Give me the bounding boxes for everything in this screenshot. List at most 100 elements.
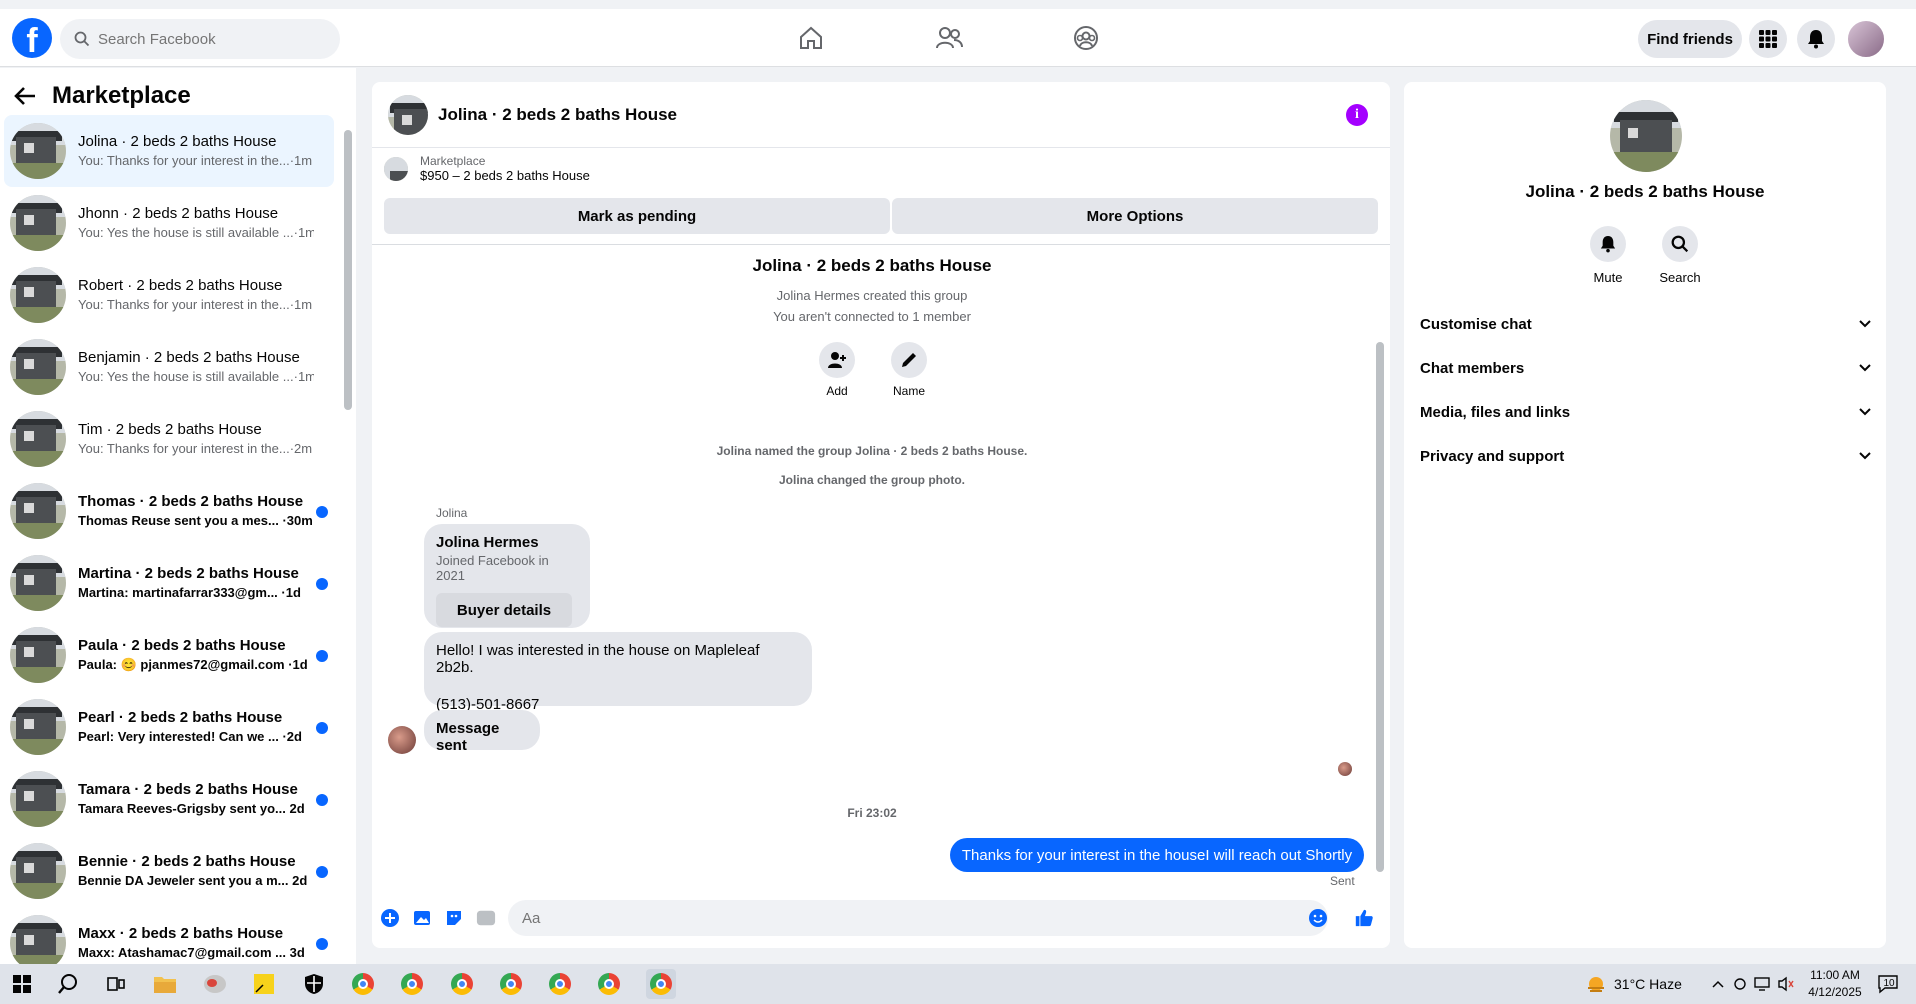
chrome-icon[interactable] (400, 972, 424, 996)
media-files-links-section[interactable]: Media, files and links (1420, 392, 1876, 432)
section-label: Chat members (1420, 359, 1525, 377)
bell-icon (1600, 236, 1616, 253)
photo-icon[interactable] (412, 908, 432, 928)
thumbs-up-icon[interactable] (1354, 908, 1374, 928)
conversation-item[interactable]: Benjamin · 2 beds 2 baths House You: Yes … (4, 331, 334, 403)
menu-grid-button[interactable] (1749, 20, 1787, 58)
search-input[interactable] (98, 30, 318, 48)
listing-bar[interactable]: Marketplace $950 – 2 beds 2 baths House (384, 154, 590, 183)
sticker-icon[interactable] (444, 908, 464, 928)
chrome-icon[interactable] (499, 972, 523, 996)
conversation-item[interactable]: Jolina · 2 beds 2 baths House You: Thanks… (4, 115, 334, 187)
facebook-logo[interactable]: f (12, 18, 52, 58)
conversation-name: Bennie · 2 beds 2 baths House (78, 853, 296, 870)
conversation-item[interactable]: Martina · 2 beds 2 baths House Martina: m… (4, 547, 334, 619)
outgoing-message-bubble[interactable]: Thanks for your interest in the houseI w… (950, 838, 1364, 872)
onedrive-icon[interactable] (1728, 972, 1752, 996)
unread-dot (316, 866, 328, 878)
conversation-item[interactable]: Bennie · 2 beds 2 baths House Bennie DA J… (4, 835, 334, 907)
conversation-snippet: Tamara Reeves-Grigsby sent yo... 2d (78, 801, 305, 816)
chrome-icon-active[interactable] (646, 969, 676, 999)
chat-members-section[interactable]: Chat members (1420, 348, 1876, 388)
chat-thumbnail[interactable] (388, 94, 428, 135)
mark-as-pending-button[interactable]: Mark as pending (384, 198, 890, 234)
gif-icon[interactable] (476, 908, 496, 928)
conversation-snippet: You: Thanks for your interest in the...·… (78, 297, 313, 312)
security-shield-icon[interactable] (302, 972, 326, 996)
find-friends-button[interactable]: Find friends (1638, 20, 1742, 58)
home-icon[interactable] (797, 24, 825, 52)
conversation-snippet: Martina: martinafarrar333@gm... ·1d (78, 585, 301, 600)
section-label: Privacy and support (1420, 447, 1565, 465)
chrome-icon[interactable] (351, 972, 375, 996)
conversation-name: Jolina · 2 beds 2 baths House (78, 133, 277, 150)
conversation-thumbnail (10, 771, 66, 827)
conversation-thumbnail (10, 915, 66, 971)
buyer-details-button[interactable]: Buyer details (436, 593, 572, 627)
back-arrow-icon[interactable] (14, 86, 36, 106)
conversation-item[interactable]: Robert · 2 beds 2 baths House You: Thanks… (4, 259, 334, 331)
page-scrollbar[interactable] (1898, 68, 1912, 964)
chat-scrollbar[interactable] (1376, 342, 1384, 872)
conversation-item[interactable]: Thomas · 2 beds 2 baths House Thomas Reus… (4, 475, 334, 547)
message-input[interactable] (508, 900, 1328, 936)
chevron-down-icon (1859, 408, 1871, 416)
conversation-item[interactable]: Pearl · 2 beds 2 baths House Pearl: Very … (4, 691, 334, 763)
message-bubble[interactable]: Hello! I was interested in the house on … (424, 632, 812, 713)
search-box[interactable] (60, 19, 340, 59)
task-view-icon[interactable] (104, 972, 128, 996)
customise-chat-section[interactable]: Customise chat (1420, 304, 1876, 344)
scrollbar[interactable] (344, 130, 352, 410)
group-photo[interactable] (1610, 100, 1682, 172)
sender-avatar[interactable] (388, 726, 416, 754)
clock-time[interactable]: 11:00 AM (1800, 968, 1870, 982)
search-in-chat-button[interactable]: Search (1650, 226, 1710, 285)
conversation-thumbnail (10, 267, 66, 323)
windows-start-icon[interactable] (10, 972, 34, 996)
chat-title[interactable]: Jolina · 2 beds 2 baths House (438, 105, 677, 125)
search-icon[interactable] (56, 972, 80, 996)
weather-text[interactable]: 31°C Haze (1614, 976, 1682, 992)
conversation-snippet: You: Thanks for your interest in the...·… (78, 441, 313, 456)
groups-icon[interactable] (1072, 24, 1100, 52)
more-options-button[interactable]: More Options (892, 198, 1378, 234)
system-note: Jolina named the group Jolina · 2 beds 2… (716, 444, 1028, 458)
conversation-snippet: Paula: 😊 pjanmes72@gmail.com ·1d (78, 657, 308, 672)
conversation-item[interactable]: Tamara · 2 beds 2 baths House Tamara Reev… (4, 763, 334, 835)
conversation-name: Thomas · 2 beds 2 baths House (78, 493, 304, 510)
conversation-item[interactable]: Tim · 2 beds 2 baths House You: Thanks fo… (4, 403, 334, 475)
notification-count: 10 (1883, 978, 1895, 989)
sticky-notes-icon[interactable] (252, 972, 276, 996)
sender-name: Jolina (436, 506, 468, 520)
volume-muted-icon[interactable] (1774, 972, 1798, 996)
add-person-icon (828, 352, 846, 368)
info-icon[interactable]: i (1346, 104, 1368, 126)
network-icon[interactable] (1750, 972, 1774, 996)
chrome-icon[interactable] (450, 972, 474, 996)
bell-icon (1808, 30, 1824, 49)
name-group-button[interactable]: Name (879, 342, 939, 398)
add-member-button[interactable]: Add (807, 342, 867, 398)
buyer-card: Jolina Hermes Joined Facebook in 2021 Bu… (424, 524, 590, 628)
profile-avatar[interactable] (1846, 19, 1886, 59)
app-icon[interactable] (203, 972, 227, 996)
buyer-joined: Joined Facebook in 2021 (436, 553, 549, 583)
message-text: Message sent (436, 720, 500, 754)
mute-button[interactable]: Mute (1578, 226, 1638, 285)
conversation-item[interactable]: Jhonn · 2 beds 2 baths House You: Yes the… (4, 187, 334, 259)
file-explorer-icon[interactable] (153, 972, 177, 996)
privacy-support-section[interactable]: Privacy and support (1420, 436, 1876, 476)
chevron-up-icon[interactable] (1706, 972, 1730, 996)
conversation-thumbnail (10, 123, 66, 179)
conversation-list: Jolina · 2 beds 2 baths House You: Thanks… (4, 115, 334, 979)
plus-icon[interactable] (380, 908, 400, 928)
clock-date[interactable]: 4/12/2025 (1800, 985, 1870, 999)
conversation-item[interactable]: Paula · 2 beds 2 baths House Paula: 😊 pja… (4, 619, 334, 691)
chrome-icon[interactable] (548, 972, 572, 996)
chrome-icon[interactable] (597, 972, 621, 996)
notifications-button[interactable] (1797, 20, 1835, 58)
message-bubble[interactable]: Message sent (424, 710, 540, 754)
friends-icon[interactable] (935, 24, 963, 52)
chevron-down-icon (1859, 452, 1871, 460)
emoji-icon[interactable] (1308, 908, 1328, 928)
